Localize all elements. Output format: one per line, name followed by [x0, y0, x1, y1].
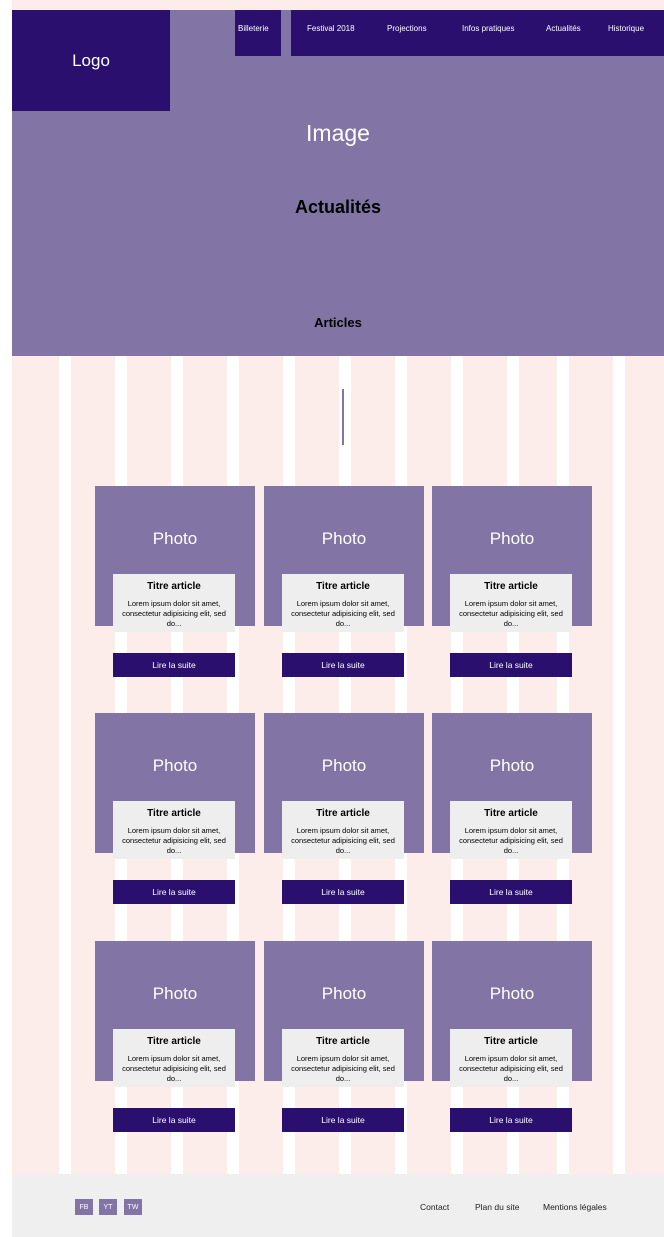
article-title: Titre article: [484, 808, 538, 819]
article-title: Titre article: [147, 808, 201, 819]
article-excerpt: Lorem ipsum dolor sit amet, consectetur …: [291, 826, 395, 855]
photo-label: Photo: [489, 756, 535, 775]
article-card: Photo Titre article Lorem ipsum dolor si…: [264, 713, 424, 905]
article-excerpt: Lorem ipsum dolor sit amet, consectetur …: [459, 1054, 563, 1083]
photo-label: Photo: [152, 984, 198, 1003]
nav-item-actualites[interactable]: Actualités: [546, 24, 581, 33]
article-excerpt: Lorem ipsum dolor sit amet, consectetur …: [122, 599, 226, 628]
article-title: Titre article: [484, 1036, 538, 1047]
page-title: Actualités: [294, 197, 382, 217]
article-card: Photo Titre article Lorem ipsum dolor si…: [95, 713, 255, 905]
read-more-button[interactable]: Lire la suite: [450, 653, 572, 677]
article-excerpt: Lorem ipsum dolor sit amet, consectetur …: [459, 826, 563, 855]
article-card: Photo Titre article Lorem ipsum dolor si…: [432, 486, 592, 678]
section-divider: [342, 389, 344, 445]
nav-item-infos-pratiques[interactable]: Infos pratiques: [462, 24, 514, 33]
photo-label: Photo: [489, 529, 535, 548]
nav-item-projections[interactable]: Projections: [387, 24, 427, 33]
facebook-icon[interactable]: FB: [75, 1199, 93, 1215]
read-more-button[interactable]: Lire la suite: [282, 1108, 404, 1132]
article-excerpt: Lorem ipsum dolor sit amet, consectetur …: [459, 599, 563, 628]
article-text-box: Titre article Lorem ipsum dolor sit amet…: [113, 1029, 235, 1087]
article-excerpt: Lorem ipsum dolor sit amet, consectetur …: [291, 599, 395, 628]
read-more-button[interactable]: Lire la suite: [282, 880, 404, 904]
photo-label: Photo: [152, 756, 198, 775]
article-excerpt: Lorem ipsum dolor sit amet, consectetur …: [291, 1054, 395, 1083]
article-text-box: Titre article Lorem ipsum dolor sit amet…: [450, 574, 572, 632]
article-text-box: Titre article Lorem ipsum dolor sit amet…: [113, 574, 235, 632]
nav-item-festival-2018[interactable]: Festival 2018: [307, 24, 355, 33]
article-card: Photo Titre article Lorem ipsum dolor si…: [264, 941, 424, 1133]
footer-link-mentions-legales[interactable]: Mentions légales: [543, 1202, 607, 1212]
footer-link-contact[interactable]: Contact: [420, 1202, 449, 1212]
article-text-box: Titre article Lorem ipsum dolor sit amet…: [282, 1029, 404, 1087]
photo-label: Photo: [321, 984, 367, 1003]
site-logo[interactable]: Logo: [12, 10, 170, 111]
hero-image-placeholder: Image: [306, 120, 370, 146]
article-title: Titre article: [147, 581, 201, 592]
article-title: Titre article: [147, 1036, 201, 1047]
article-card: Photo Titre article Lorem ipsum dolor si…: [95, 486, 255, 678]
photo-label: Photo: [489, 984, 535, 1003]
article-text-box: Titre article Lorem ipsum dolor sit amet…: [450, 1029, 572, 1087]
article-text-box: Titre article Lorem ipsum dolor sit amet…: [282, 574, 404, 632]
read-more-button[interactable]: Lire la suite: [450, 880, 572, 904]
read-more-button[interactable]: Lire la suite: [113, 653, 235, 677]
article-title: Titre article: [484, 581, 538, 592]
read-more-button[interactable]: Lire la suite: [450, 1108, 572, 1132]
photo-label: Photo: [152, 529, 198, 548]
article-text-box: Titre article Lorem ipsum dolor sit amet…: [113, 801, 235, 859]
footer-link-plan-du-site[interactable]: Plan du site: [475, 1202, 519, 1212]
twitter-icon[interactable]: TW: [124, 1199, 142, 1215]
article-text-box: Titre article Lorem ipsum dolor sit amet…: [282, 801, 404, 859]
photo-label: Photo: [321, 529, 367, 548]
grid-column-guide: [613, 356, 625, 1174]
section-title: Articles: [314, 315, 362, 330]
nav-item-billeterie[interactable]: Billeterie: [238, 24, 269, 33]
nav-item-historique[interactable]: Historique: [608, 24, 644, 33]
article-title: Titre article: [316, 1036, 370, 1047]
grid-column-guide: [59, 356, 71, 1174]
article-title: Titre article: [316, 808, 370, 819]
article-text-box: Titre article Lorem ipsum dolor sit amet…: [450, 801, 572, 859]
article-card: Photo Titre article Lorem ipsum dolor si…: [432, 941, 592, 1133]
article-title: Titre article: [316, 581, 370, 592]
read-more-button[interactable]: Lire la suite: [282, 653, 404, 677]
read-more-button[interactable]: Lire la suite: [113, 1108, 235, 1132]
youtube-icon[interactable]: YT: [99, 1199, 117, 1215]
photo-label: Photo: [321, 756, 367, 775]
article-excerpt: Lorem ipsum dolor sit amet, consectetur …: [122, 826, 226, 855]
read-more-button[interactable]: Lire la suite: [113, 880, 235, 904]
article-excerpt: Lorem ipsum dolor sit amet, consectetur …: [122, 1054, 226, 1083]
article-card: Photo Titre article Lorem ipsum dolor si…: [264, 486, 424, 678]
article-card: Photo Titre article Lorem ipsum dolor si…: [95, 941, 255, 1133]
main-nav-bar: [291, 10, 664, 56]
article-card: Photo Titre article Lorem ipsum dolor si…: [432, 713, 592, 905]
nav-billeterie-bg: [235, 10, 281, 56]
